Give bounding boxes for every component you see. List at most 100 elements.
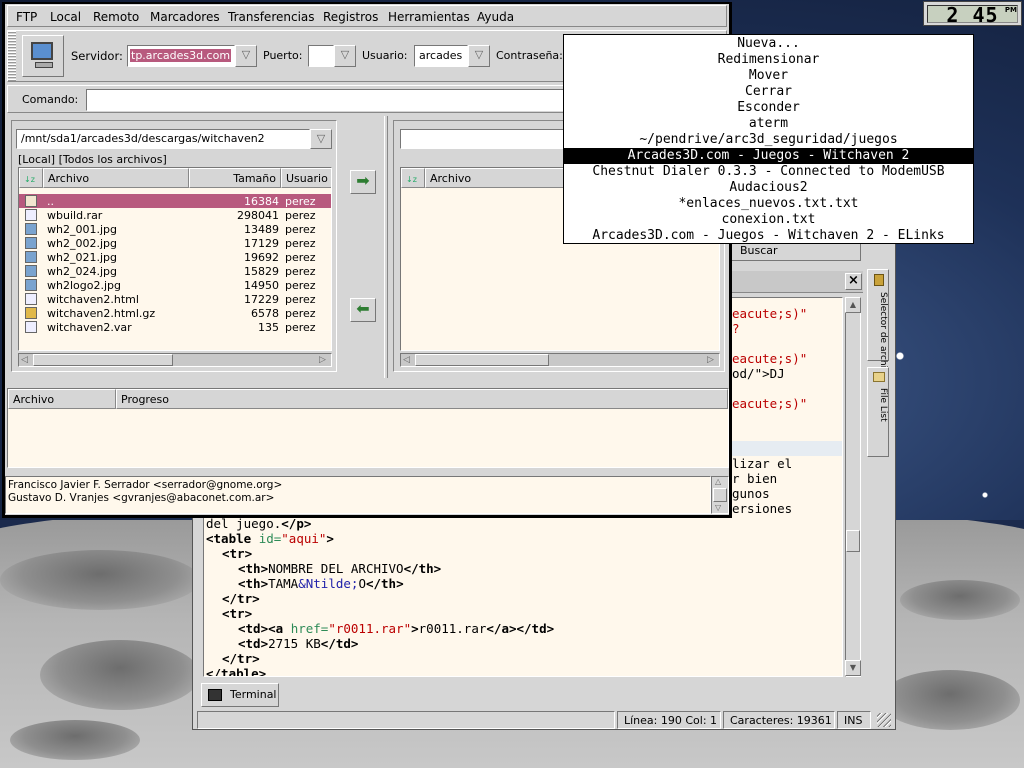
menu-item[interactable]: ~/pendrive/arc3d_seguridad/juegos	[564, 132, 973, 148]
local-horizontal-scrollbar[interactable]: ◁ ▷	[18, 353, 332, 367]
table-row[interactable]: wh2_001.jpg 13489 perez	[19, 222, 331, 236]
menu-remoto[interactable]: Remoto	[93, 10, 139, 24]
menu-item[interactable]: Arcades3D.com - Juegos - Witchaven 2 - E…	[564, 228, 973, 244]
server-dropdown-icon[interactable]: ▽	[235, 45, 257, 67]
user-label: Usuario:	[362, 49, 408, 62]
column-header-file[interactable]: Archivo	[43, 168, 189, 188]
code-fragment: ersiones	[732, 501, 793, 516]
status-message	[197, 711, 615, 729]
table-row[interactable]: .. 16384 perez	[19, 194, 331, 208]
remote-horizontal-scrollbar[interactable]: ◁ ▷	[400, 353, 720, 367]
scroll-up-icon[interactable]: △	[715, 477, 721, 486]
scroll-left-icon[interactable]: ◁	[21, 355, 28, 365]
menu-item[interactable]: Chestnut Dialer 0.3.3 - Connected to Mod…	[564, 164, 973, 180]
file-user: perez	[285, 321, 316, 334]
file-size: 17229	[244, 293, 279, 306]
menu-ftp[interactable]: FTP	[16, 10, 37, 24]
folder-icon	[874, 274, 884, 286]
up-folder-icon	[25, 195, 37, 207]
menu-item[interactable]: Mover	[564, 68, 973, 84]
image-icon	[25, 223, 37, 235]
local-path-input[interactable]: /mnt/sda1/arcades3d/descargas/witchaven2	[16, 129, 310, 149]
menu-item[interactable]: *enlaces_nuevos.txt.txt	[564, 196, 973, 212]
log-line: Gustavo D. Vranjes <gvranjes@abaconet.co…	[8, 492, 275, 504]
terminal-tab-label: Terminal	[230, 688, 277, 701]
resize-grip-icon[interactable]	[877, 713, 891, 727]
connect-button[interactable]	[22, 35, 64, 77]
folder-open-icon	[873, 372, 885, 382]
scroll-down-icon[interactable]: ▼	[845, 660, 861, 676]
menu-item[interactable]: conexion.txt	[564, 212, 973, 228]
menu-marcadores[interactable]: Marcadores	[150, 10, 220, 24]
menu-item[interactable]: Nueva...	[564, 36, 973, 52]
menu-item[interactable]: Esconder	[564, 100, 973, 116]
file-name: witchaven2.html	[47, 293, 139, 306]
side-tab-file-list[interactable]: File List	[867, 367, 889, 457]
transfer-queue[interactable]: Archivo Progreso	[7, 388, 729, 468]
menu-item[interactable]: Audacious2	[564, 180, 973, 196]
status-line-col: Línea: 190 Col: 1	[617, 711, 721, 729]
column-header-file[interactable]: Archivo	[8, 389, 116, 409]
table-row[interactable]: wh2_002.jpg 17129 perez	[19, 236, 331, 250]
code-fragment: ?	[732, 321, 740, 336]
side-tab-file-selector[interactable]: Selector de archivos	[867, 269, 889, 384]
toolbar-handle[interactable]	[8, 31, 16, 81]
table-row[interactable]: wh2logo2.jpg 14950 perez	[19, 278, 331, 292]
scrollbar-thumb[interactable]	[33, 354, 173, 366]
scroll-up-icon[interactable]: ▲	[845, 297, 861, 313]
scrollbar-thumb[interactable]	[846, 530, 860, 552]
menu-item[interactable]: Arcades3D.com - Juegos - Witchaven 2	[564, 148, 973, 164]
menu-transferencias[interactable]: Transferencias	[228, 10, 315, 24]
file-icon	[25, 209, 37, 221]
server-input[interactable]: tp.arcades3d.com	[127, 45, 235, 67]
scrollbar-thumb[interactable]	[415, 354, 549, 366]
column-header-size[interactable]: Tamaño	[189, 168, 281, 188]
column-header-icon[interactable]: ↓z	[19, 168, 43, 188]
table-row[interactable]: wh2_024.jpg 15829 perez	[19, 264, 331, 278]
scroll-right-icon[interactable]: ▷	[319, 355, 326, 365]
scroll-left-icon[interactable]: ◁	[403, 355, 410, 365]
local-path-dropdown-icon[interactable]: ▽	[310, 129, 332, 149]
local-file-list[interactable]: ↓z Archivo Tamaño Usuario .. 16384 perez wb…	[18, 167, 332, 351]
menu-item[interactable]: Cerrar	[564, 84, 973, 100]
file-size: 6578	[251, 307, 279, 320]
user-input[interactable]: arcades	[414, 45, 468, 67]
column-header-icon[interactable]: ↓z	[401, 168, 425, 188]
table-row[interactable]: wbuild.rar 298041 perez	[19, 208, 331, 222]
menu-bar: FTP Local Remoto Marcadores Transferenci…	[7, 5, 727, 27]
editor-vertical-scrollbar[interactable]: ▲ ▼	[845, 297, 861, 677]
column-header-progress[interactable]: Progreso	[116, 389, 728, 409]
file-name: wh2_024.jpg	[47, 265, 117, 278]
file-user: perez	[285, 293, 316, 306]
local-pane: /mnt/sda1/arcades3d/descargas/witchaven2…	[11, 120, 337, 372]
menu-herramientas[interactable]: Herramientas	[388, 10, 470, 24]
pane-splitter[interactable]	[384, 116, 388, 378]
table-row[interactable]: witchaven2.html.gz 6578 perez	[19, 306, 331, 320]
status-bar: Línea: 190 Col: 1 Caracteres: 19361 INS	[197, 711, 893, 729]
menu-item[interactable]: Redimensionar	[564, 52, 973, 68]
terminal-tab[interactable]: Terminal	[201, 683, 279, 707]
scroll-right-icon[interactable]: ▷	[707, 355, 714, 365]
close-tab-icon[interactable]: ×	[845, 273, 862, 290]
port-input[interactable]	[308, 45, 334, 67]
table-row[interactable]: witchaven2.var 135 perez	[19, 320, 331, 334]
table-row[interactable]: wh2_021.jpg 19692 perez	[19, 250, 331, 264]
search-button[interactable]: Buscar	[731, 241, 861, 261]
menu-registros[interactable]: Registros	[323, 10, 378, 24]
menu-ayuda[interactable]: Ayuda	[477, 10, 514, 24]
clock-applet: 2 45 PM	[923, 1, 1022, 26]
file-user: perez	[285, 279, 316, 292]
user-dropdown-icon[interactable]: ▽	[468, 45, 490, 67]
menu-local[interactable]: Local	[50, 10, 81, 24]
download-arrow-icon[interactable]: ⬅	[350, 298, 376, 322]
table-row[interactable]: witchaven2.html 17229 perez	[19, 292, 331, 306]
menu-item[interactable]: aterm	[564, 116, 973, 132]
scroll-down-icon[interactable]: ▽	[715, 503, 721, 512]
file-name: witchaven2.var	[47, 321, 132, 334]
archive-icon	[25, 307, 37, 319]
scrollbar-thumb[interactable]	[713, 488, 727, 502]
port-dropdown-icon[interactable]: ▽	[334, 45, 356, 67]
column-header-user[interactable]: Usuario	[281, 168, 331, 188]
log-vertical-scrollbar[interactable]: △ ▽	[711, 476, 729, 514]
upload-arrow-icon[interactable]: ➡	[350, 170, 376, 194]
